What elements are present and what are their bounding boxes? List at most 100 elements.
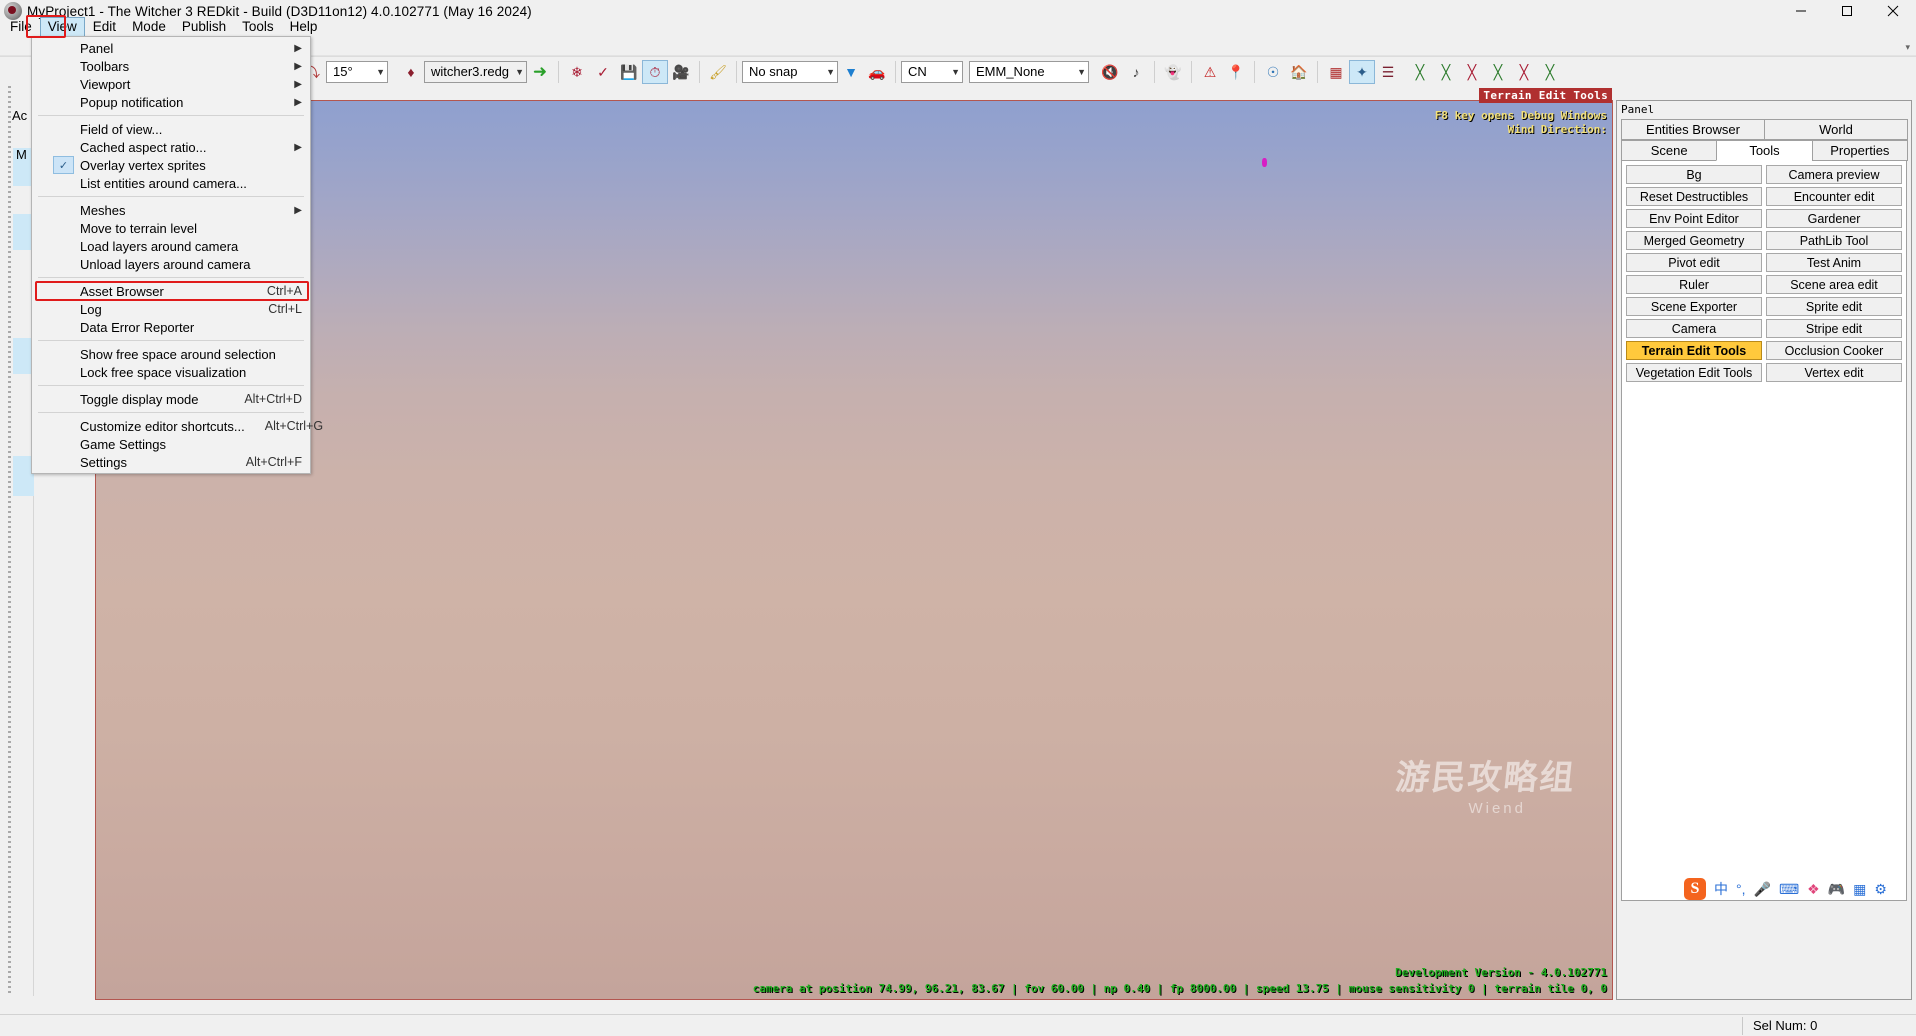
- tool-button-occlusion-cooker[interactable]: Occlusion Cooker: [1766, 341, 1902, 360]
- apps-icon[interactable]: ▦: [1853, 881, 1866, 898]
- entity-x-icon[interactable]: ╳: [1511, 60, 1537, 84]
- game-icon[interactable]: 🎮: [1828, 881, 1845, 898]
- menu-view[interactable]: View: [39, 17, 85, 37]
- env-combo[interactable]: EMM_None ▼: [969, 60, 1089, 83]
- world-file-combo[interactable]: witcher3.redga ▼: [424, 60, 527, 83]
- entity-diamond-icon[interactable]: ╳: [1485, 60, 1511, 84]
- menu-item-field-of-view[interactable]: Field of view...: [32, 120, 310, 138]
- view-dropdown-menu[interactable]: Panel ▶ Toolbars ▶ Viewport ▶ Popup notificati…: [31, 36, 323, 474]
- 3d-viewport[interactable]: Terrain Edit Tools F8 key opens Debug Wi…: [95, 88, 1613, 1000]
- menu-item-show-free-space-around-selection[interactable]: Show free space around selection: [32, 345, 310, 363]
- slider-icon[interactable]: ▼: [838, 60, 864, 84]
- tool-button-stripe-edit[interactable]: Stripe edit: [1766, 319, 1902, 338]
- stopwatch-icon[interactable]: ⏱: [642, 59, 668, 84]
- speaker-mute-icon[interactable]: 🔇: [1097, 60, 1123, 84]
- menu-item-toolbars[interactable]: Toolbars ▶: [32, 57, 310, 75]
- mesh-check-icon[interactable]: ✓: [590, 60, 616, 84]
- menu-item-meshes[interactable]: Meshes ▶: [32, 201, 310, 219]
- layers-icon[interactable]: ☰: [1375, 60, 1401, 84]
- menu-item-game-settings[interactable]: Game Settings: [32, 435, 310, 453]
- sogou-logo-icon[interactable]: S: [1684, 878, 1706, 900]
- tools-button-grid: Bg Camera preview Reset Destructibles Encou…: [1621, 161, 1907, 901]
- menu-publish[interactable]: Publish: [174, 17, 234, 37]
- menu-item-cached-aspect-ratio[interactable]: Cached aspect ratio... ▶: [32, 138, 310, 156]
- tool-button-bg[interactable]: Bg: [1626, 165, 1762, 184]
- grid-off-icon[interactable]: ▦: [1323, 60, 1349, 84]
- tool-button-vertex-edit[interactable]: Vertex edit: [1766, 363, 1902, 382]
- brush-icon[interactable]: 🖌: [705, 60, 731, 84]
- tab-scene[interactable]: Scene: [1621, 140, 1718, 161]
- tool-button-scene-exporter[interactable]: Scene Exporter: [1626, 297, 1762, 316]
- settings-icon[interactable]: ⚙: [1874, 881, 1887, 898]
- error-icon[interactable]: ⚠: [1197, 60, 1223, 84]
- house-icon[interactable]: 🏠: [1286, 60, 1312, 84]
- menu-item-move-to-terrain-level[interactable]: Move to terrain level: [32, 219, 310, 237]
- tool-button-ruler[interactable]: Ruler: [1626, 275, 1762, 294]
- chinese-mode-icon[interactable]: 中: [1714, 879, 1728, 899]
- menu-item-load-layers-around-camera[interactable]: Load layers around camera: [32, 237, 310, 255]
- compass-icon[interactable]: ☉: [1260, 60, 1286, 84]
- note-mute-icon[interactable]: ♪: [1123, 60, 1149, 84]
- tool-button-test-anim[interactable]: Test Anim: [1766, 253, 1902, 272]
- tab-world[interactable]: World: [1764, 119, 1908, 140]
- menu-help[interactable]: Help: [282, 17, 326, 37]
- nail-icon[interactable]: ♦: [398, 60, 424, 84]
- arrow-left-icon[interactable]: ➜: [527, 60, 553, 84]
- car-icon[interactable]: 🚗: [864, 60, 890, 84]
- snap-mode-combo[interactable]: No snap ▼: [742, 60, 838, 83]
- tool-button-pathlib-tool[interactable]: PathLib Tool: [1766, 231, 1902, 250]
- menu-item-lock-free-space-visualization[interactable]: Lock free space visualization: [32, 363, 310, 381]
- entity-1-icon[interactable]: ╳: [1433, 60, 1459, 84]
- locale-combo[interactable]: CN ▼: [901, 60, 963, 83]
- camera-icon[interactable]: 🎥: [668, 60, 694, 84]
- menu-item-toggle-display-mode[interactable]: Toggle display mode Alt+Ctrl+D: [32, 390, 310, 408]
- dock-grip-dots-icon[interactable]: [8, 86, 11, 996]
- entity-grid-icon[interactable]: ╳: [1537, 60, 1563, 84]
- entity-red-icon[interactable]: ╳: [1459, 60, 1485, 84]
- tool-button-merged-geometry[interactable]: Merged Geometry: [1626, 231, 1762, 250]
- tool-button-encounter-edit[interactable]: Encounter edit: [1766, 187, 1902, 206]
- sparkle-icon[interactable]: ✦: [1349, 59, 1375, 84]
- menu-item-unload-layers-around-camera[interactable]: Unload layers around camera: [32, 255, 310, 273]
- menu-item-viewport[interactable]: Viewport ▶: [32, 75, 310, 93]
- tool-button-camera[interactable]: Camera: [1626, 319, 1762, 338]
- menu-item-asset-browser[interactable]: Asset Browser Ctrl+A: [32, 282, 310, 300]
- punctuation-icon[interactable]: °,: [1736, 881, 1746, 897]
- toolbar-collapse-chevron-icon[interactable]: ▾: [1905, 42, 1910, 53]
- menu-item-data-error-reporter[interactable]: Data Error Reporter: [32, 318, 310, 336]
- menu-item-shortcut: Ctrl+A: [266, 284, 302, 298]
- menu-mode[interactable]: Mode: [124, 17, 174, 37]
- mesh-add-icon[interactable]: ❄: [564, 60, 590, 84]
- tool-button-pivot-edit[interactable]: Pivot edit: [1626, 253, 1762, 272]
- angle-snap-combo[interactable]: 15° ▼: [326, 60, 388, 83]
- ink-icon[interactable]: ❖: [1807, 881, 1820, 898]
- mask-icon[interactable]: 👻: [1160, 60, 1186, 84]
- tool-button-sprite-edit[interactable]: Sprite edit: [1766, 297, 1902, 316]
- entity-q-icon[interactable]: ╳: [1407, 60, 1433, 84]
- menu-edit[interactable]: Edit: [85, 17, 124, 37]
- menu-item-customize-editor-shortcuts[interactable]: Customize editor shortcuts... Alt+Ctrl+G: [32, 417, 323, 435]
- menu-item-list-entities-around-camera[interactable]: List entities around camera...: [32, 174, 310, 192]
- tool-button-camera-preview[interactable]: Camera preview: [1766, 165, 1902, 184]
- tool-button-terrain-edit-tools[interactable]: Terrain Edit Tools: [1626, 341, 1762, 360]
- menu-item-overlay-vertex-sprites[interactable]: ✓ Overlay vertex sprites: [32, 156, 310, 174]
- menu-file[interactable]: File: [2, 17, 40, 37]
- tool-button-vegetation-edit-tools[interactable]: Vegetation Edit Tools: [1626, 363, 1762, 382]
- tool-button-gardener[interactable]: Gardener: [1766, 209, 1902, 228]
- menu-item-panel[interactable]: Panel ▶: [32, 39, 310, 57]
- tab-tools[interactable]: Tools: [1716, 140, 1813, 161]
- tool-button-env-point-editor[interactable]: Env Point Editor: [1626, 209, 1762, 228]
- microphone-icon[interactable]: 🎤: [1754, 881, 1771, 898]
- menu-item-log[interactable]: Log Ctrl+L: [32, 300, 310, 318]
- keyboard-icon[interactable]: ⌨: [1779, 881, 1799, 898]
- tool-button-scene-area-edit[interactable]: Scene area edit: [1766, 275, 1902, 294]
- tab-entities-browser[interactable]: Entities Browser: [1621, 119, 1765, 140]
- menu-item-popup-notification[interactable]: Popup notification ▶: [32, 93, 310, 111]
- tool-button-reset-destructibles[interactable]: Reset Destructibles: [1626, 187, 1762, 206]
- tab-properties[interactable]: Properties: [1811, 140, 1908, 161]
- menu-item-label: Unload layers around camera: [80, 256, 251, 272]
- pin-icon[interactable]: 📍: [1223, 60, 1249, 84]
- menu-tools[interactable]: Tools: [234, 17, 282, 37]
- menu-item-settings[interactable]: Settings Alt+Ctrl+F: [32, 453, 310, 471]
- mesh-save-icon[interactable]: 💾: [616, 60, 642, 84]
